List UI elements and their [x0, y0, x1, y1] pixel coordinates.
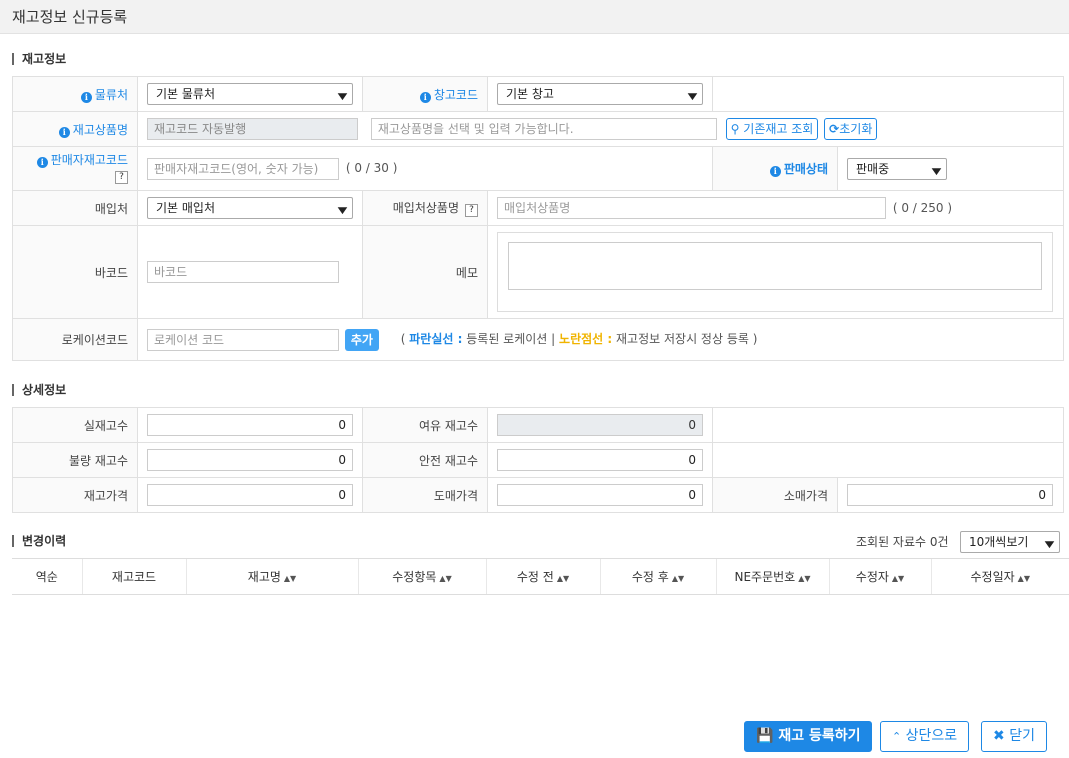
product-name-input[interactable]: 재고상품명을 선택 및 입력 가능합니다. — [370, 118, 717, 140]
purchaser-label: 매입처 — [12, 190, 138, 226]
defect-qty-label: 불량 재고수 — [12, 442, 138, 478]
warehouse-label: i 창고코드 — [362, 76, 488, 112]
help-icon[interactable]: ? — [115, 171, 128, 184]
product-name-label: i 재고상품명 — [12, 111, 138, 147]
actual-qty-input[interactable]: 0 — [147, 414, 353, 436]
stock-code-auto-field: 재고코드 자동발행 — [147, 118, 358, 140]
refresh-icon: ⟳ — [829, 122, 840, 136]
sort-icon: ▲▼ — [798, 574, 811, 583]
stock-price-input[interactable]: 0 — [147, 484, 353, 506]
spare-qty-label: 여유 재고수 — [362, 407, 488, 443]
search-icon: ⚲ — [730, 122, 740, 136]
info-icon: i — [80, 91, 92, 103]
sort-icon: ▲▼ — [283, 574, 297, 583]
page-size-select[interactable]: 10개씩보기 ▼ — [960, 531, 1060, 553]
column-header-after[interactable]: 수정 후 ▲▼ — [599, 558, 716, 595]
sale-status-select[interactable]: 판매중 ▼ — [847, 157, 947, 180]
column-header-modifier[interactable]: 수정자 ▲▼ — [828, 558, 931, 595]
double-chevron-up-icon: ⌃ — [892, 730, 902, 743]
column-header-modified-field[interactable]: 수정항목 ▲▼ — [357, 558, 486, 595]
section-title-history: 변경이력 — [12, 535, 66, 547]
info-icon: i — [419, 91, 431, 103]
location-legend: ( 파란실선 : 등록된 로케이션 | 노란점선 : 재고정보 저장시 정상 등… — [400, 332, 758, 346]
barcode-label: 바코드 — [12, 225, 138, 319]
result-count: 조회된 자료수 0건 — [856, 535, 949, 549]
reset-button[interactable]: ⟳초기화 — [824, 118, 878, 140]
purchaser-product-label: 매입처상품명? — [362, 190, 488, 226]
scroll-top-button[interactable]: ⌃ 상단으로 — [880, 721, 970, 752]
location-input[interactable]: 로케이션 코드 — [147, 328, 339, 351]
sort-icon: ▲▼ — [1017, 574, 1030, 583]
chevron-down-icon: ▼ — [337, 92, 348, 102]
distributor-select[interactable]: 기본 물류처 ▼ — [147, 83, 353, 105]
column-header-stock-code[interactable]: 재고코드 — [81, 558, 186, 595]
column-header-order[interactable]: 역순 — [12, 558, 82, 595]
sale-status-label: i 판매상태 — [712, 146, 838, 191]
info-icon: i — [58, 126, 70, 138]
barcode-input[interactable]: 바코드 — [147, 261, 339, 283]
memo-label: 메모 — [362, 225, 488, 319]
stock-info-table: i 물류처 기본 물류처 ▼ i 창고코드 기본 창고 ▼ i 재고상품명 재고코드 자동… — [12, 76, 1064, 361]
wholesale-price-label: 도매가격 — [362, 477, 488, 513]
retail-price-input[interactable]: 0 — [847, 484, 1053, 506]
register-stock-button[interactable]: 💾 재고 등록하기 — [744, 721, 873, 752]
purchaser-product-input[interactable]: 매입처상품명 — [497, 197, 886, 219]
column-header-modified-date[interactable]: 수정일자 ▲▼ — [930, 558, 1069, 595]
actual-qty-label: 실재고수 — [12, 407, 138, 443]
chevron-down-icon: ▼ — [337, 206, 348, 216]
add-location-button[interactable]: 추가 — [344, 328, 379, 351]
chevron-down-icon: ▼ — [687, 92, 698, 102]
sort-icon: ▲▼ — [556, 574, 570, 583]
stock-price-label: 재고가격 — [12, 477, 138, 513]
seller-code-counter: ( 0 / 30 ) — [345, 161, 398, 175]
column-header-ne-order-no[interactable]: NE주문번호 ▲▼ — [715, 558, 829, 595]
lookup-existing-stock-button[interactable]: ⚲ 기존재고 조회 — [725, 118, 819, 140]
distributor-label: i 물류처 — [12, 76, 138, 112]
retail-price-label: 소매가격 — [712, 477, 838, 513]
close-icon: ✖ — [993, 728, 1005, 744]
chevron-down-icon: ▼ — [1044, 540, 1055, 550]
memo-textarea[interactable] — [508, 242, 1042, 290]
section-title-stock-info: 재고정보 — [12, 53, 66, 65]
window-title: 재고정보 신규등록 — [0, 0, 1069, 34]
column-header-stock-name[interactable]: 재고명 ▲▼ — [185, 558, 358, 595]
purchaser-select[interactable]: 기본 매입처 ▼ — [147, 197, 353, 219]
safety-qty-label: 안전 재고수 — [362, 442, 488, 478]
seller-code-label: i 판매자재고코드? — [12, 146, 138, 191]
detail-info-table: 실재고수 0 여유 재고수 0 불량 재고수 0 안전 재고수 0 재고가격 0… — [12, 407, 1064, 513]
help-icon[interactable]: ? — [465, 204, 478, 217]
purchaser-product-counter: ( 0 / 250 ) — [892, 200, 953, 215]
column-header-before[interactable]: 수정 전 ▲▼ — [485, 558, 600, 595]
section-title-detail-info: 상세정보 — [12, 384, 66, 396]
chevron-down-icon: ▼ — [931, 166, 942, 177]
spare-qty-field: 0 — [497, 414, 703, 436]
warehouse-select[interactable]: 기본 창고 ▼ — [497, 83, 703, 105]
sort-icon: ▲▼ — [439, 574, 452, 583]
save-icon: 💾 — [756, 728, 774, 744]
defect-qty-input[interactable]: 0 — [147, 449, 353, 471]
sort-icon: ▲▼ — [671, 574, 685, 583]
info-icon: i — [769, 166, 781, 177]
close-button[interactable]: ✖ 닫기 — [981, 721, 1047, 752]
history-table: 역순 재고코드 재고명 ▲▼ 수정항목 ▲▼ 수정 전 ▲▼ 수정 후 ▲▼ NE주문번… — [12, 558, 1069, 595]
location-label: 로케이션코드 — [12, 318, 138, 361]
wholesale-price-input[interactable]: 0 — [497, 484, 703, 506]
memo-frame — [497, 232, 1053, 312]
safety-qty-input[interactable]: 0 — [497, 449, 703, 471]
sort-icon: ▲▼ — [891, 574, 905, 583]
seller-code-input[interactable]: 판매자재고코드(영어, 숫자 가능) — [147, 157, 339, 180]
info-icon: i — [36, 157, 48, 168]
